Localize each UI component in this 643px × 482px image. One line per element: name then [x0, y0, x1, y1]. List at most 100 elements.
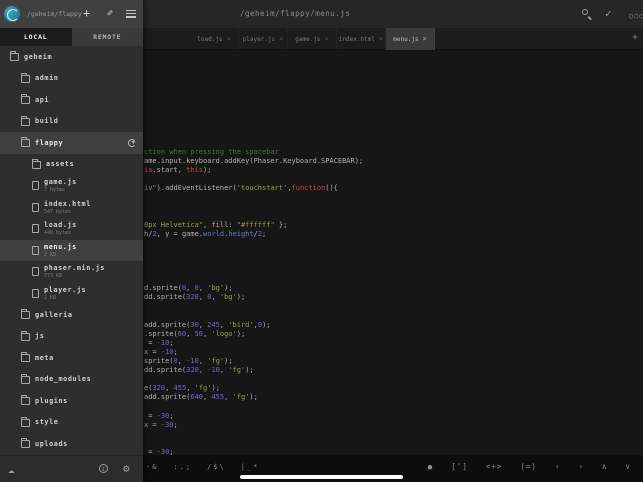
search-icon[interactable] — [581, 8, 593, 20]
folder-icon — [21, 333, 30, 341]
tree-item-label: js — [35, 332, 44, 340]
accessory-key-3[interactable]: |_* — [239, 460, 262, 474]
source-tabs: LOCAL REMOTE — [0, 28, 143, 46]
code-line-0 — [143, 57, 643, 66]
tree-item-label: admin — [35, 74, 58, 82]
code-token: 320 — [186, 366, 199, 374]
accessory-button-2[interactable]: <+> — [484, 459, 505, 474]
tree-item-label: build — [35, 117, 58, 125]
add-file-icon[interactable]: + — [83, 6, 90, 20]
info-icon[interactable]: i — [99, 464, 108, 473]
code-line-25: d.sprite(0, 0, 'bg'); — [143, 284, 643, 293]
tree-item-plugins[interactable]: plugins — [0, 390, 143, 412]
tree-item-texts: style — [35, 418, 58, 426]
editor-tab-load.js[interactable]: load.js× — [190, 28, 239, 50]
code-token: -30 — [161, 421, 174, 429]
tab-remote[interactable]: REMOTE — [72, 28, 144, 46]
tree-item-menu.js[interactable]: menu.js2 KB — [0, 240, 143, 262]
accessory-button-6[interactable]: ∧ — [600, 459, 610, 474]
tree-item-label: load.js — [44, 221, 77, 229]
more-options-icon[interactable]: ○○○ — [629, 9, 643, 23]
tree-item-admin[interactable]: admin — [0, 68, 143, 90]
menu-icon[interactable] — [126, 10, 136, 20]
tree-item-label: api — [35, 96, 49, 104]
search-lens — [582, 9, 588, 15]
code-line-9 — [143, 139, 643, 148]
code-token: ; — [174, 348, 178, 356]
accessory-key-1[interactable]: :.; — [171, 460, 194, 474]
code-token: -10 — [157, 339, 170, 347]
folder-icon — [21, 419, 30, 427]
editor-tab-index.html[interactable]: index.html× — [337, 28, 386, 50]
settings-gear-icon[interactable]: ⚙ — [123, 462, 130, 475]
tab-local[interactable]: LOCAL — [0, 28, 72, 46]
sidebar-footer: ☁ i ⚙ — [0, 455, 143, 482]
code-editor[interactable]: ction when pressing the spacebarame.inpu… — [143, 50, 643, 455]
code-token: world — [203, 230, 224, 238]
accessory-button-3[interactable]: (=) — [518, 459, 539, 474]
code-line-15 — [143, 193, 643, 202]
tree-item-style[interactable]: style — [0, 412, 143, 434]
cloud-icon[interactable]: ☁ — [8, 463, 15, 476]
tab-close-icon[interactable]: × — [279, 35, 283, 43]
new-tab-button[interactable]: + — [632, 32, 638, 43]
folder-icon — [10, 53, 19, 61]
tree-item-flappy[interactable]: flappy — [0, 132, 143, 154]
accessory-key-2[interactable]: /$\ — [205, 460, 228, 474]
code-token: 'bg' — [207, 284, 224, 292]
code-token: add.sprite( — [144, 321, 190, 329]
tab-close-icon[interactable]: × — [379, 35, 383, 43]
code-token: ); — [224, 284, 232, 292]
refresh-icon[interactable] — [128, 139, 136, 147]
code-token: -10 — [161, 348, 174, 356]
editor-tab-game.js[interactable]: game.js× — [288, 28, 337, 50]
tree-item-geheim[interactable]: geheim — [0, 46, 143, 68]
code-token: , — [186, 284, 194, 292]
edit-pencil-icon[interactable]: ✎ — [107, 8, 113, 19]
tree-item-phaser.min.js[interactable]: phaser.min.js773 KB — [0, 261, 143, 283]
tree-item-node_modules[interactable]: node_modules — [0, 369, 143, 391]
accessory-right-keys: ● ['] <+> (=) ‹ › ∧ ∨ — [426, 455, 633, 478]
folder-icon — [21, 397, 30, 405]
accessory-button-7[interactable]: ∨ — [623, 459, 633, 474]
accessory-button-5[interactable]: › — [576, 459, 586, 474]
editor-tab-menu.js[interactable]: menu.js× — [386, 28, 435, 50]
code-token: , — [199, 357, 207, 365]
tree-item-player.js[interactable]: player.js2 KB — [0, 283, 143, 305]
accessory-button-0[interactable]: ● — [426, 459, 436, 474]
accessory-button-1[interactable]: ['] — [449, 459, 470, 474]
tree-item-uploads[interactable]: uploads — [0, 433, 143, 455]
code-token: 245 — [207, 321, 220, 329]
code-token: sprite( — [144, 357, 174, 365]
code-line-39: = -30; — [143, 412, 643, 421]
code-token: 455 — [211, 393, 224, 401]
tree-item-assets[interactable]: assets — [0, 154, 143, 176]
code-token: -10 — [207, 366, 220, 374]
tree-item-api[interactable]: api — [0, 89, 143, 111]
tree-item-meta[interactable]: meta — [0, 347, 143, 369]
tab-close-icon[interactable]: × — [227, 35, 231, 43]
syntax-check-icon[interactable]: ✓ — [605, 7, 612, 21]
editor-tab-player.js[interactable]: player.js× — [239, 28, 288, 50]
code-token: dd.sprite( — [144, 293, 186, 301]
tree-item-label: game.js — [44, 178, 77, 186]
tree-item-load.js[interactable]: load.js448 bytes — [0, 218, 143, 240]
code-token: 0px Helvetica" — [144, 221, 203, 229]
folder-icon — [21, 376, 30, 384]
tab-close-icon[interactable]: × — [423, 35, 427, 43]
tree-item-texts: meta — [35, 354, 54, 362]
tree-item-texts: admin — [35, 74, 58, 82]
accessory-button-4[interactable]: ‹ — [553, 459, 563, 474]
tree-item-index.html[interactable]: index.html547 bytes — [0, 197, 143, 219]
tree-item-js[interactable]: js — [0, 326, 143, 348]
tab-close-icon[interactable]: × — [325, 35, 329, 43]
tree-item-label: style — [35, 418, 58, 426]
code-token: x = — [144, 421, 161, 429]
code-token: , — [199, 321, 207, 329]
tree-item-game.js[interactable]: game.js7 bytes — [0, 175, 143, 197]
tree-item-galleria[interactable]: galleria — [0, 304, 143, 326]
home-indicator[interactable] — [240, 475, 403, 479]
tree-item-label: plugins — [35, 397, 68, 405]
tree-item-build[interactable]: build — [0, 111, 143, 133]
accessory-key-0[interactable]: -& — [144, 460, 160, 474]
